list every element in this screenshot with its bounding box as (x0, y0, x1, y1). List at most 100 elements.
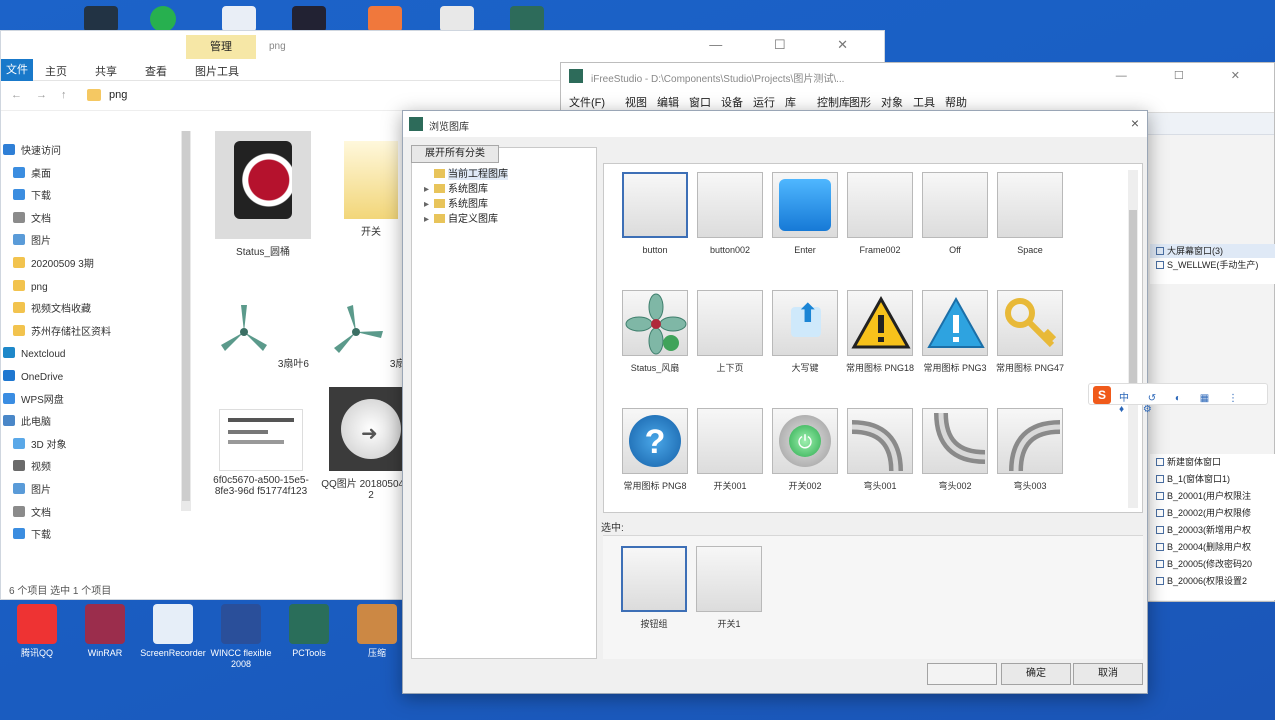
tab-view[interactable]: 查看 (145, 63, 167, 79)
menu-item[interactable]: 窗口 (689, 94, 711, 110)
expand-toggle-icon[interactable]: ▸ (424, 198, 434, 212)
file-item[interactable]: 6f0c5670-a500-15e5-8fe3-96d f51774f123 (211, 409, 311, 497)
cancel-button[interactable]: 取消 (1073, 663, 1143, 685)
gallery-icon-item[interactable]: 弯头001 (843, 408, 917, 492)
list-item[interactable]: B_20006(权限设置2 (1150, 573, 1275, 590)
menu-item[interactable]: 控制库 (817, 94, 850, 110)
close-icon[interactable]: × (1131, 115, 1139, 131)
ime-logo-icon[interactable]: S (1093, 386, 1111, 404)
gallery-icon-item[interactable]: button (618, 172, 692, 256)
gallery-icon-item[interactable]: ⬆ 大写键 (768, 290, 842, 374)
list-item[interactable]: 大屏幕窗口(3) (1167, 246, 1223, 256)
menu-item[interactable]: 运行 (753, 94, 775, 110)
gallery-icon-item[interactable]: 常用图标 PNG18 (843, 290, 917, 374)
desktop-icon[interactable] (84, 6, 118, 32)
list-item[interactable]: B_20001(用户权限注 (1150, 488, 1275, 505)
menu-item[interactable]: 图形 (849, 94, 871, 110)
desktop-icon[interactable]: WINCC flexible 2008 (204, 604, 278, 670)
grid-scrollbar[interactable] (1128, 170, 1138, 508)
nav-item[interactable]: 图片 (13, 482, 51, 500)
list-item[interactable]: B_1(窗体窗口1) (1150, 471, 1275, 488)
file-item[interactable]: Status_圆桶 (213, 131, 313, 258)
desktop-icon[interactable]: ScreenRecorder (136, 604, 210, 659)
tree-item[interactable]: ▸ 自定义图库 (424, 213, 498, 227)
gallery-icon-item[interactable]: Enter (768, 172, 842, 256)
desktop-icon[interactable]: 压缩 (340, 604, 414, 659)
gallery-icon-item[interactable]: 上下页 (693, 290, 767, 374)
menu-item[interactable]: 对象 (881, 94, 903, 110)
gallery-icon-item[interactable]: 开关001 (693, 408, 767, 492)
nav-item[interactable]: OneDrive (3, 369, 63, 387)
nav-item[interactable]: 文档 (13, 505, 51, 523)
expand-all-button[interactable]: 展开所有分类 (411, 145, 499, 163)
nav-item[interactable]: 20200509 3期 (13, 256, 94, 274)
gallery-icon-item[interactable]: 弯头002 (918, 408, 992, 492)
menu-item[interactable]: 文件(F) (569, 94, 605, 110)
nav-item[interactable]: png (13, 279, 48, 297)
list-item[interactable]: B_20004(删除用户权 (1150, 539, 1275, 556)
menu-item[interactable]: 设备 (721, 94, 743, 110)
tab-file[interactable]: 文件 (1, 59, 33, 81)
tree-item[interactable]: ▸ 系统图库 (424, 198, 488, 212)
file-item[interactable]: 3扇叶6 (211, 301, 311, 370)
desktop-icon[interactable] (510, 6, 544, 32)
nav-scrollbar[interactable] (181, 131, 191, 511)
list-item[interactable]: 新建窗体窗口 (1150, 454, 1275, 471)
nav-item[interactable]: Nextcloud (3, 346, 65, 364)
nav-item[interactable]: 3D 对象 (13, 437, 67, 455)
desktop-icon[interactable] (368, 6, 402, 32)
nav-item[interactable]: 桌面 (13, 166, 51, 184)
menu-item[interactable]: 库 (785, 94, 796, 110)
list-item[interactable]: B_20002(用户权限修 (1150, 505, 1275, 522)
gallery-icon-item[interactable]: 弯头003 (993, 408, 1067, 492)
nav-item[interactable]: 下载 (13, 527, 51, 545)
ok-button[interactable]: 确定 (1001, 663, 1071, 685)
nav-item[interactable]: 文档 (13, 211, 51, 229)
gallery-icon-item[interactable]: button002 (693, 172, 767, 256)
nav-arrows-icon[interactable]: ←→↑ (11, 89, 81, 101)
selected-item[interactable]: 按钮组 (617, 546, 691, 630)
menu-item[interactable]: 帮助 (945, 94, 967, 110)
desktop-icon[interactable] (150, 6, 176, 32)
menu-item[interactable]: 编辑 (657, 94, 679, 110)
tab-home[interactable]: 主页 (45, 63, 67, 79)
desktop-icon[interactable]: WinRAR (68, 604, 142, 659)
tree-item[interactable]: 当前工程图库 (424, 168, 508, 182)
window-controls[interactable]: — ☐ ✕ (709, 37, 872, 53)
tab-manage[interactable]: 管理 (186, 35, 256, 59)
expand-toggle-icon[interactable]: ▸ (424, 183, 434, 197)
window-controls[interactable]: — ☐ ✕ (1116, 69, 1262, 82)
nav-item[interactable]: 图片 (13, 233, 51, 251)
list-item[interactable]: B_20003(新增用户权 (1150, 522, 1275, 539)
list-item[interactable]: B_20005(修改密码20 (1150, 556, 1275, 573)
ime-tools-icon[interactable]: 中 ↺ ◐ ▦ ⋮ ♦ ⚙ (1119, 389, 1267, 415)
gallery-icon-item[interactable]: 常用图标 PNG3 (918, 290, 992, 374)
nav-item[interactable]: WPS网盘 (3, 392, 64, 410)
list-item[interactable]: S_WELLWE(手动生产) (1167, 260, 1258, 270)
gallery-icon-item[interactable]: ? 常用图标 PNG8 (618, 408, 692, 492)
nav-item[interactable]: 快速访问 (3, 143, 61, 161)
menu-item[interactable]: 视图 (625, 94, 647, 110)
nav-item[interactable]: 视频文档收藏 (13, 301, 91, 319)
gallery-icon-item[interactable]: 常用图标 PNG47 (993, 290, 1067, 374)
desktop-icon[interactable] (222, 6, 256, 32)
nav-item[interactable]: 视频 (13, 459, 51, 477)
gallery-icon-item[interactable]: Status_风扇 (618, 290, 692, 374)
desktop-icon[interactable] (440, 6, 474, 32)
tab-picture-tools[interactable]: 图片工具 (195, 63, 239, 79)
desktop-icon[interactable]: PCTools (272, 604, 346, 659)
desktop-icon[interactable] (292, 6, 326, 32)
gallery-icon-item[interactable]: Frame002 (843, 172, 917, 256)
tab-share[interactable]: 共享 (95, 63, 117, 79)
tree-item[interactable]: ▸ 系统图库 (424, 183, 488, 197)
selected-item[interactable]: 开关1 (692, 546, 766, 630)
nav-item[interactable]: 下载 (13, 188, 51, 206)
gallery-icon-item[interactable]: ⏻ 开关002 (768, 408, 842, 492)
ime-toolbar[interactable]: S 中 ↺ ◐ ▦ ⋮ ♦ ⚙ (1088, 383, 1268, 415)
expand-toggle-icon[interactable]: ▸ (424, 213, 434, 227)
desktop-icon[interactable]: 腾讯QQ (0, 604, 74, 659)
gallery-icon-item[interactable]: Space (993, 172, 1067, 256)
nav-item[interactable]: 苏州存储社区资料 (13, 324, 111, 342)
gallery-icon-item[interactable]: Off (918, 172, 992, 256)
address-path[interactable]: png (109, 89, 127, 101)
